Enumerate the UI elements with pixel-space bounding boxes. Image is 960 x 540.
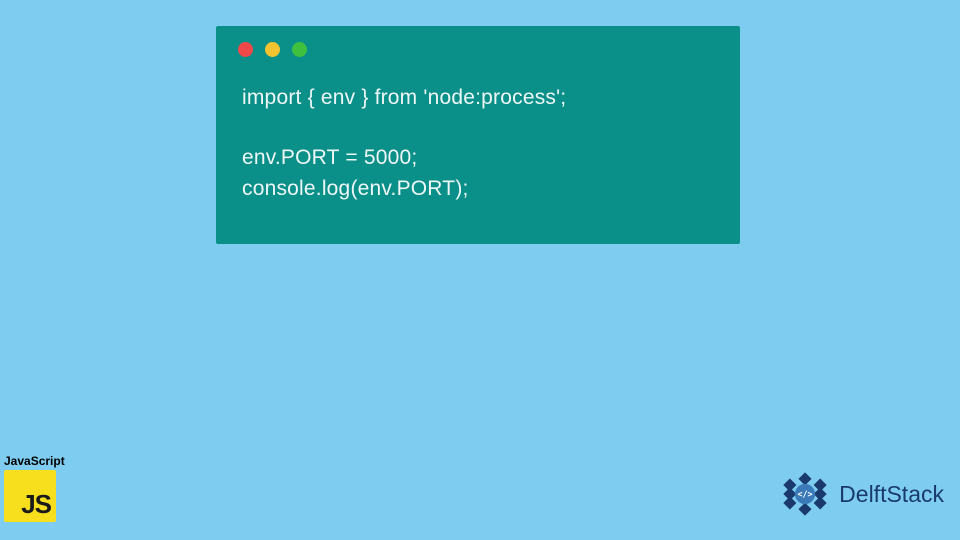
javascript-badge: JavaScript JS [4, 454, 70, 522]
maximize-icon [292, 42, 307, 57]
code-line-1: import { env } from 'node:process'; [242, 83, 714, 113]
javascript-logo-text: JS [21, 489, 51, 520]
svg-text:</>: </> [798, 489, 813, 499]
window-controls [216, 26, 740, 57]
code-window: import { env } from 'node:process'; env.… [216, 26, 740, 244]
delftstack-logo-icon: </> [777, 466, 833, 522]
code-line-2: env.PORT = 5000; [242, 143, 714, 173]
minimize-icon [265, 42, 280, 57]
code-line-3: console.log(env.PORT); [242, 174, 714, 204]
close-icon [238, 42, 253, 57]
code-body: import { env } from 'node:process'; env.… [216, 57, 740, 204]
javascript-logo: JS [4, 470, 56, 522]
delftstack-text: DelftStack [839, 481, 944, 508]
javascript-label: JavaScript [4, 454, 70, 468]
delftstack-brand: </> DelftStack [777, 466, 944, 522]
blank-line [242, 113, 714, 143]
